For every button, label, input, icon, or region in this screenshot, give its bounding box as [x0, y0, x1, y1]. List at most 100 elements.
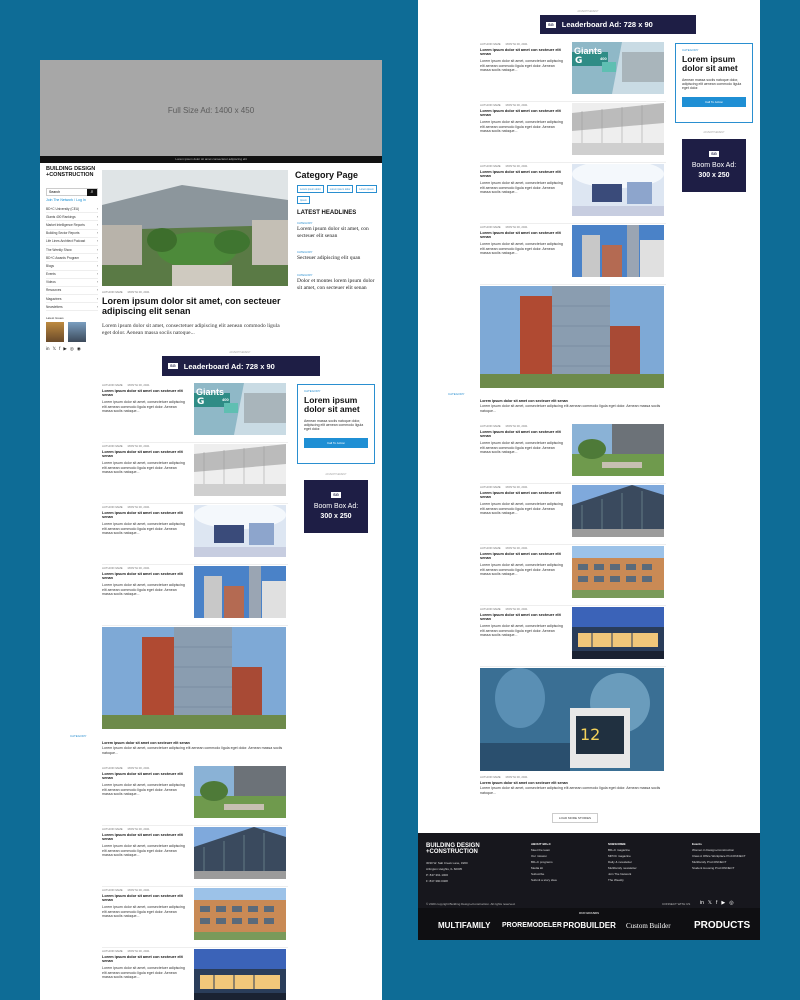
nav-item[interactable]: Magazines ›	[46, 295, 98, 304]
linkedin-icon[interactable]: in	[46, 346, 50, 352]
full-size-ad[interactable]: Full Size Ad: 1400 x 450	[40, 60, 382, 160]
headline-category[interactable]: CATEGORY	[297, 273, 379, 277]
twitter-icon[interactable]: 𝕏	[53, 346, 57, 352]
site-logo[interactable]: BUILDING DESIGN +CONSTRUCTION	[46, 166, 95, 178]
article-title[interactable]: Lorem ipsum dolor sit amet con secteuer …	[102, 511, 188, 520]
footer-logo[interactable]: BUILDING DESIGN +CONSTRUCTION	[426, 843, 480, 855]
feature-image[interactable]	[102, 627, 286, 729]
article-title[interactable]: Lorem ipsum dolor sit amet con secteuer …	[480, 781, 664, 785]
tag-chip[interactable]: Lorem ipsum	[356, 185, 377, 193]
author-name[interactable]: AUTHOR NAME	[480, 164, 501, 168]
magazine-cover[interactable]	[68, 322, 86, 343]
call-to-action-button[interactable]: Call To Action	[304, 437, 368, 448]
nav-item[interactable]: Blogs ›	[46, 262, 98, 271]
article-image[interactable]	[194, 505, 286, 557]
article-title[interactable]: Lorem ipsum dolor sit amet con secteuer …	[102, 833, 188, 842]
author-name[interactable]: AUTHOR NAME	[480, 225, 501, 229]
nav-item[interactable]: Newsletters ›	[46, 303, 98, 312]
footer-link[interactable]: Student Housing ProCONNECT	[692, 865, 746, 871]
twitter-icon[interactable]: 𝕏	[708, 900, 712, 906]
nav-item[interactable]: BD+C Awards Program ›	[46, 254, 98, 263]
tag-chip[interactable]: Lorem ipsum dolor	[326, 185, 354, 193]
hero-title[interactable]: Lorem ipsum dolor sit amet, con secteuer…	[102, 296, 290, 317]
linkedin-icon[interactable]: in	[700, 900, 704, 906]
nav-item[interactable]: Market Intelligence Reports ›	[46, 221, 98, 230]
author-name[interactable]: AUTHOR NAME	[480, 546, 501, 550]
headline-item[interactable]: CATEGORY Lorem ipsum dolor sit amet, con…	[297, 221, 379, 240]
author-name[interactable]: AUTHOR NAME	[102, 888, 123, 892]
article-title[interactable]: Lorem ipsum dolor sit amet con secteuer …	[480, 552, 566, 561]
author-name[interactable]: AUTHOR NAME	[102, 505, 123, 509]
author-name[interactable]: AUTHOR NAME	[480, 103, 501, 107]
author-name[interactable]: AUTHOR NAME	[102, 766, 123, 770]
brand-products[interactable]: PRODUCTS	[694, 920, 750, 931]
article-image[interactable]	[572, 546, 664, 598]
tag-chip[interactable]: Lorem ipsum dolor	[297, 185, 324, 193]
instagram-icon[interactable]: ◎	[70, 346, 74, 352]
article-image[interactable]	[194, 888, 286, 940]
search-icon[interactable]: ⌕	[87, 189, 97, 196]
search-input[interactable]: Search ⌕	[46, 188, 98, 196]
nav-item[interactable]: Giants 400 Rankings ›	[46, 213, 98, 222]
nav-item[interactable]: The Weekly Show ›	[46, 246, 98, 255]
headline-item[interactable]: CATEGORY Dolor et montes lorem ipsum dol…	[297, 273, 379, 292]
article-image[interactable]: G Giants 400	[572, 42, 664, 94]
feature-image[interactable]	[480, 286, 664, 388]
call-to-action-button[interactable]: Call To Action	[682, 96, 746, 107]
author-name[interactable]: AUTHOR NAME	[480, 424, 501, 428]
nav-item[interactable]: Resources ›	[46, 287, 98, 296]
article-image[interactable]	[572, 164, 664, 216]
article-image[interactable]	[194, 444, 286, 496]
leaderboard-ad[interactable]: SG Leaderboard Ad: 728 x 90	[540, 15, 696, 34]
feature-category[interactable]: CATEGORY	[448, 392, 465, 396]
author-name[interactable]: AUTHOR NAME	[102, 383, 123, 387]
instagram-icon[interactable]: ◎	[729, 900, 733, 906]
author-name[interactable]: AUTHOR NAME	[480, 485, 501, 489]
article-title[interactable]: Lorem ipsum dolor sit amet con secteuer …	[102, 572, 188, 581]
headline-title[interactable]: Secteuer adipiscing elit quan	[297, 255, 379, 262]
author-name[interactable]: AUTHOR NAME	[102, 290, 123, 294]
headline-category[interactable]: CATEGORY	[297, 250, 379, 254]
article-image[interactable]: 12	[480, 668, 664, 771]
brand-custom-builder[interactable]: Custom Builder	[626, 922, 671, 930]
youtube-icon[interactable]: ▶	[721, 900, 725, 906]
article-image[interactable]	[572, 485, 664, 537]
author-name[interactable]: AUTHOR NAME	[480, 775, 501, 779]
load-more-button[interactable]: LOAD MORE STORIES	[552, 813, 598, 823]
nav-item[interactable]: Videos ›	[46, 279, 98, 287]
hero-image[interactable]	[102, 170, 288, 286]
article-title[interactable]: Lorem ipsum dolor sit amet con secteuer …	[102, 450, 188, 459]
headline-title[interactable]: Lorem ipsum dolor sit amet, con secteuer…	[297, 226, 379, 240]
article-title[interactable]: Lorem ipsum dolor sit amet con secteuer …	[102, 389, 188, 398]
magazine-covers[interactable]	[46, 322, 98, 343]
article-title[interactable]: Lorem ipsum dolor sit amet con secteuer …	[480, 48, 566, 57]
tag-chip[interactable]: Ipsum	[297, 196, 310, 204]
nav-item[interactable]: Building Sector Reports ›	[46, 230, 98, 238]
headline-category[interactable]: CATEGORY	[297, 221, 379, 225]
boom-box-ad[interactable]: SG Boom Box Ad: 300 x 250	[682, 139, 746, 192]
author-name[interactable]: AUTHOR NAME	[102, 566, 123, 570]
join-link[interactable]: Join The Network / Log In	[46, 198, 98, 202]
article-image[interactable]	[572, 607, 664, 659]
headline-title[interactable]: Dolor et montes lorem ipsum dolor sit am…	[297, 278, 379, 292]
rss-icon[interactable]: ◉	[77, 346, 81, 352]
author-name[interactable]: AUTHOR NAME	[102, 949, 123, 953]
article-image[interactable]	[194, 766, 286, 818]
brand-probuilder[interactable]: PROBUILDER	[563, 921, 616, 930]
article-title[interactable]: Lorem ipsum dolor sit amet con secteuer …	[480, 170, 566, 179]
author-name[interactable]: AUTHOR NAME	[102, 827, 123, 831]
article-title[interactable]: Lorem ipsum dolor sit amet con secteuer …	[480, 613, 566, 622]
feature-category[interactable]: CATEGORY	[70, 734, 87, 738]
facebook-icon[interactable]: f	[59, 346, 60, 352]
article-title[interactable]: Lorem ipsum dolor sit amet con secteuer …	[480, 430, 566, 439]
article-image[interactable]	[572, 424, 664, 476]
article-image[interactable]	[572, 103, 664, 155]
footer-link[interactable]: Submit a story idea	[531, 877, 557, 883]
article-image[interactable]: G Giants 400	[194, 383, 286, 435]
headline-item[interactable]: CATEGORY Secteuer adipiscing elit quan	[297, 250, 379, 262]
article-image[interactable]	[194, 949, 286, 1000]
feature-title[interactable]: Lorem ipsum dolor sit amet con secteuer …	[480, 399, 664, 403]
article-title[interactable]: Lorem ipsum dolor sit amet con secteuer …	[480, 231, 566, 240]
nav-item[interactable]: Events ›	[46, 271, 98, 279]
facebook-icon[interactable]: f	[716, 900, 717, 906]
